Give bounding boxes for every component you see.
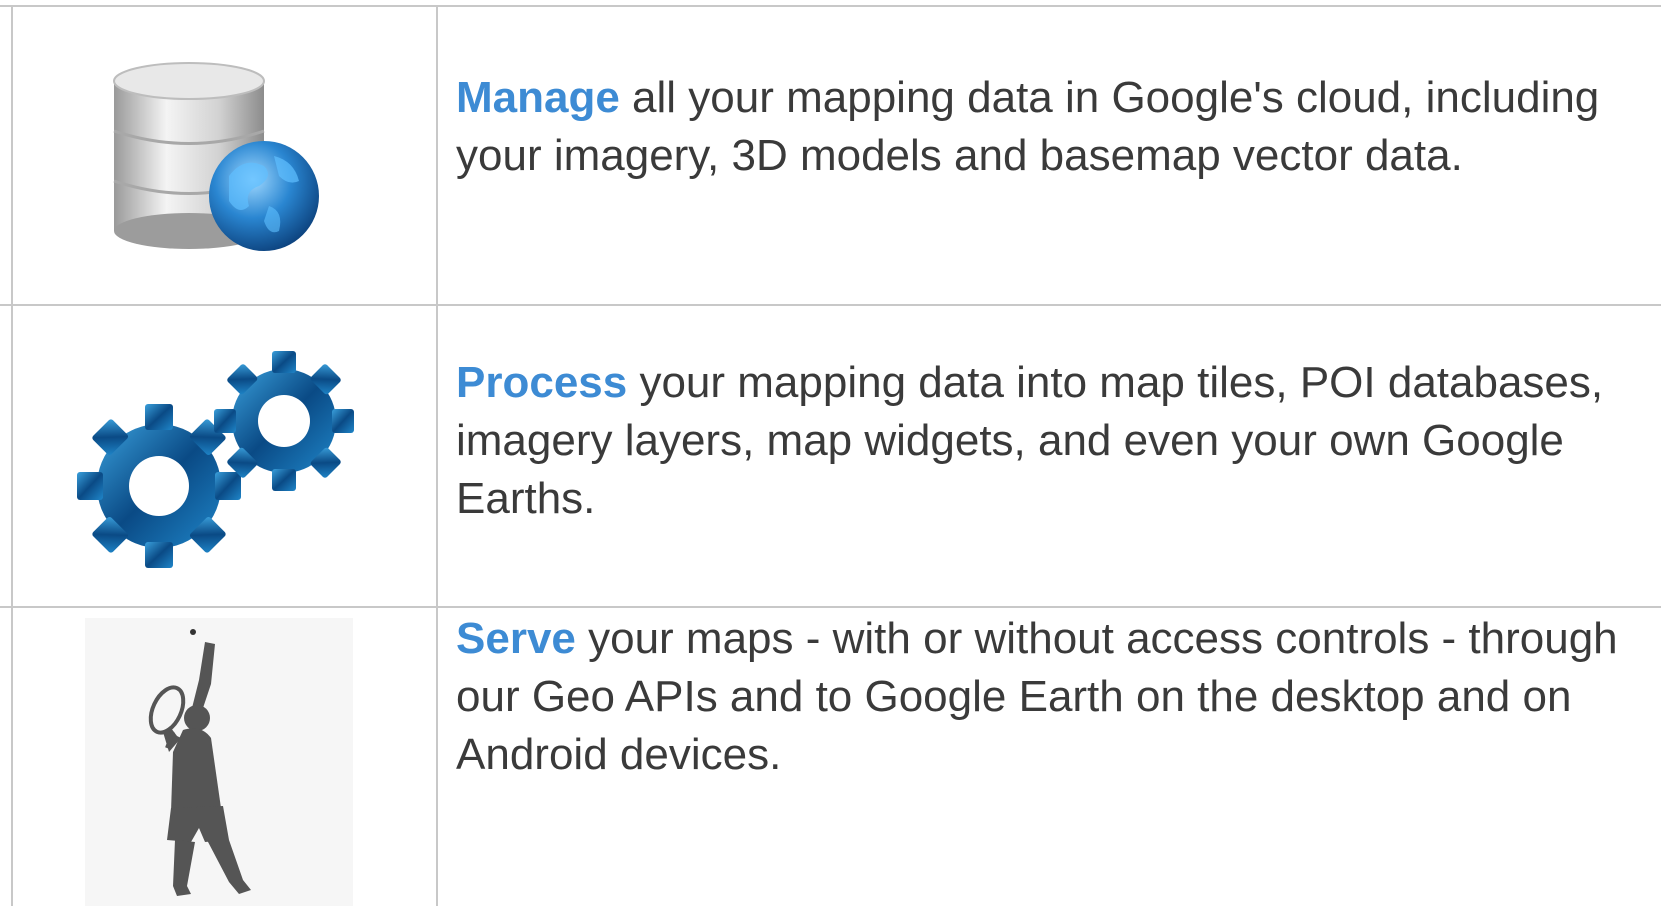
icon-cell [0,618,437,906]
icon-cell [0,7,437,304]
feature-text: your maps - with or without access contr… [456,614,1618,779]
feature-text: all your mapping data in Google's cloud,… [456,73,1600,180]
feature-description: Process your mapping data into map tiles… [456,354,1651,528]
feature-description: Serve your maps - with or without access… [456,610,1651,784]
table-row: Manage all your mapping data in Google's… [0,7,1661,304]
database-globe-icon [112,61,319,251]
feature-keyword: Manage [456,73,620,122]
feature-keyword: Serve [456,614,576,663]
table-row: Serve your maps - with or without access… [0,608,1661,906]
gears-icon [76,351,354,568]
tennis-serve-icon [84,618,353,906]
feature-text: your mapping data into map tiles, POI da… [456,358,1604,523]
table-row: Process your mapping data into map tiles… [0,306,1661,606]
icon-cell [0,306,437,606]
feature-description: Manage all your mapping data in Google's… [456,69,1651,185]
feature-table: Manage all your mapping data in Google's… [0,0,1661,906]
feature-keyword: Process [456,358,628,407]
